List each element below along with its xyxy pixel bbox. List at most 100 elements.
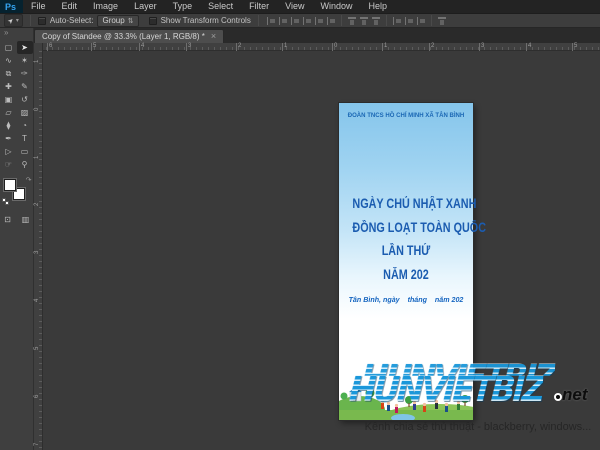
auto-select-mode-value: Group xyxy=(102,16,125,25)
ruler-tick: 3 xyxy=(34,250,40,254)
type-tool-icon: T xyxy=(22,134,27,143)
horizontal-ruler[interactable]: 6 5 4 3 2 1 0 1 2 3 4 5 xyxy=(34,43,600,51)
align-top-edges-icon xyxy=(266,16,269,25)
dodge-tool-icon: ◔ xyxy=(22,121,27,130)
menu-view[interactable]: View xyxy=(277,0,312,13)
distribute-left-edges-icon xyxy=(392,16,395,25)
zoom-tool[interactable]: ⚲ xyxy=(17,158,33,171)
ruler-origin-corner[interactable] xyxy=(34,43,43,51)
tools-panel-bottom: ⊡ ▥ xyxy=(0,213,33,226)
show-transform-controls-label: Show Transform Controls xyxy=(160,16,251,25)
ruler-tick: 2 xyxy=(235,43,242,51)
poster-title-line: ĐỒNG LOẠT TOÀN QUỐC xyxy=(352,219,486,235)
ruler-tick: 0 xyxy=(34,107,40,111)
lasso-tool[interactable]: ∿ xyxy=(1,54,17,67)
align-left-edges-button[interactable] xyxy=(302,16,312,26)
eyedropper-tool-icon: ✑ xyxy=(21,69,28,78)
separator xyxy=(29,15,31,26)
rectangle-tool[interactable]: ▭ xyxy=(17,145,33,158)
quick-mask-button[interactable]: ⊡ xyxy=(2,213,14,226)
blur-tool[interactable]: ⧫ xyxy=(1,119,17,132)
crop-tool[interactable]: ⧉ xyxy=(1,67,17,80)
show-transform-controls-checkbox[interactable] xyxy=(148,16,157,25)
menu-layer[interactable]: Layer xyxy=(126,0,165,13)
distribute-vertical-centers-button[interactable] xyxy=(359,16,369,26)
distribute-top-edges-button[interactable] xyxy=(347,16,357,26)
watermark-suffix: net xyxy=(561,385,588,404)
ruler-tick: 7 xyxy=(34,442,40,446)
eyedropper-tool[interactable]: ✑ xyxy=(17,67,33,80)
distribute-left-edges-button[interactable] xyxy=(392,16,402,26)
auto-align-layers-icon xyxy=(437,16,446,18)
watermark-text: HUNVIETBIZ xyxy=(348,370,544,410)
ruler-tick: 2 xyxy=(34,202,40,206)
distribute-right-edges-button[interactable] xyxy=(416,16,426,26)
default-colors-icon[interactable] xyxy=(1,198,9,205)
align-bottom-edges-button[interactable] xyxy=(290,16,300,26)
auto-align-layers-button[interactable] xyxy=(437,16,447,26)
menu-file[interactable]: File xyxy=(23,0,54,13)
menu-help[interactable]: Help xyxy=(360,0,395,13)
blur-tool-icon: ⧫ xyxy=(6,121,11,130)
move-tool[interactable]: ➤ xyxy=(16,41,33,54)
document-tab-title: Copy of Standee @ 33.3% (Layer 1, RGB/8)… xyxy=(42,32,205,41)
vertical-ruler[interactable]: 1 0 1 2 3 4 5 6 7 xyxy=(34,51,43,450)
rectangular-marquee-tool[interactable]: ▢ xyxy=(1,41,17,54)
distribute-bottom-edges-button[interactable] xyxy=(371,16,381,26)
color-swatches: ↷ xyxy=(1,177,32,205)
menu-select[interactable]: Select xyxy=(200,0,241,13)
ruler-tick: 4 xyxy=(525,43,532,51)
tools-panel-collapse[interactable]: » xyxy=(0,28,33,38)
menu-type[interactable]: Type xyxy=(165,0,201,13)
ruler-tick: 5 xyxy=(90,43,97,51)
close-tab-icon[interactable]: × xyxy=(211,32,216,41)
tool-preset-picker[interactable]: ➤ ▾ xyxy=(4,14,23,27)
align-vertical-centers-button[interactable] xyxy=(278,16,288,26)
screen-mode-button[interactable]: ▥ xyxy=(20,213,32,226)
ruler-tick: 1 xyxy=(34,59,40,63)
align-right-edges-button[interactable] xyxy=(326,16,336,26)
poster-date-line: Tân Bình, ngày tháng năm 202 xyxy=(348,295,464,304)
align-horizontal-centers-icon xyxy=(314,16,317,25)
watermark-dot-icon xyxy=(553,393,562,401)
document-tab[interactable]: Copy of Standee @ 33.3% (Layer 1, RGB/8)… xyxy=(34,29,225,43)
eraser-tool[interactable]: ▱ xyxy=(1,106,17,119)
ruler-tick: 1 xyxy=(34,155,40,159)
swap-colors-icon[interactable]: ↷ xyxy=(26,177,32,184)
menu-filter[interactable]: Filter xyxy=(241,0,277,13)
auto-select-mode-dropdown[interactable]: Group ⇅ xyxy=(97,14,139,27)
auto-select-checkbox[interactable] xyxy=(37,16,46,25)
quick-selection-tool[interactable]: ✶ xyxy=(17,54,33,67)
menu-window[interactable]: Window xyxy=(312,0,360,13)
distribute-vertical-centers-icon xyxy=(359,16,368,18)
brush-tool[interactable]: ✎ xyxy=(17,80,33,93)
distribute-top-edges-icon xyxy=(347,16,356,18)
separator xyxy=(385,15,387,26)
ruler-tick: 5 xyxy=(34,346,40,350)
align-horizontal-centers-button[interactable] xyxy=(314,16,324,26)
dodge-tool[interactable]: ◔ xyxy=(17,119,33,132)
rectangle-tool-icon: ▭ xyxy=(20,147,29,156)
history-brush-tool-icon: ↺ xyxy=(21,95,28,104)
poster-header-text: ĐOÀN TNCS HỒ CHÍ MINH XÃ TÂN BÌNH xyxy=(347,112,465,119)
align-top-edges-button[interactable] xyxy=(266,16,276,26)
distribute-right-edges-icon xyxy=(416,16,419,25)
pen-tool[interactable]: ✒ xyxy=(1,132,17,145)
spot-healing-brush-tool[interactable]: ✚ xyxy=(1,80,17,93)
menu-items: File Edit Image Layer Type Select Filter View Wi… xyxy=(23,0,395,13)
watermark-tagline: Kênh chia sẻ thủ thuật - blackberry, win… xyxy=(364,421,592,433)
menu-edit[interactable]: Edit xyxy=(54,0,86,13)
distribute-horizontal-centers-button[interactable] xyxy=(404,16,414,26)
foreground-color-swatch[interactable] xyxy=(3,179,16,191)
history-brush-tool[interactable]: ↺ xyxy=(17,93,33,106)
options-bar: ➤ ▾ Auto-Select: Group ⇅ Show Transform … xyxy=(0,13,600,28)
ruler-tick: 1 xyxy=(381,43,388,51)
gradient-tool[interactable]: ▨ xyxy=(17,106,33,119)
clone-stamp-tool[interactable]: ▣ xyxy=(1,93,17,106)
canvas-pasteboard[interactable]: ĐOÀN TNCS HỒ CHÍ MINH XÃ TÂN BÌNH NGÀY C… xyxy=(43,51,600,450)
menu-image[interactable]: Image xyxy=(85,0,126,13)
photoshop-window: Ps File Edit Image Layer Type Select Filter Vie… xyxy=(0,0,600,450)
path-selection-tool[interactable]: ▷ xyxy=(1,145,17,158)
hand-tool[interactable]: ☞ xyxy=(1,158,17,171)
type-tool[interactable]: T xyxy=(17,132,33,145)
